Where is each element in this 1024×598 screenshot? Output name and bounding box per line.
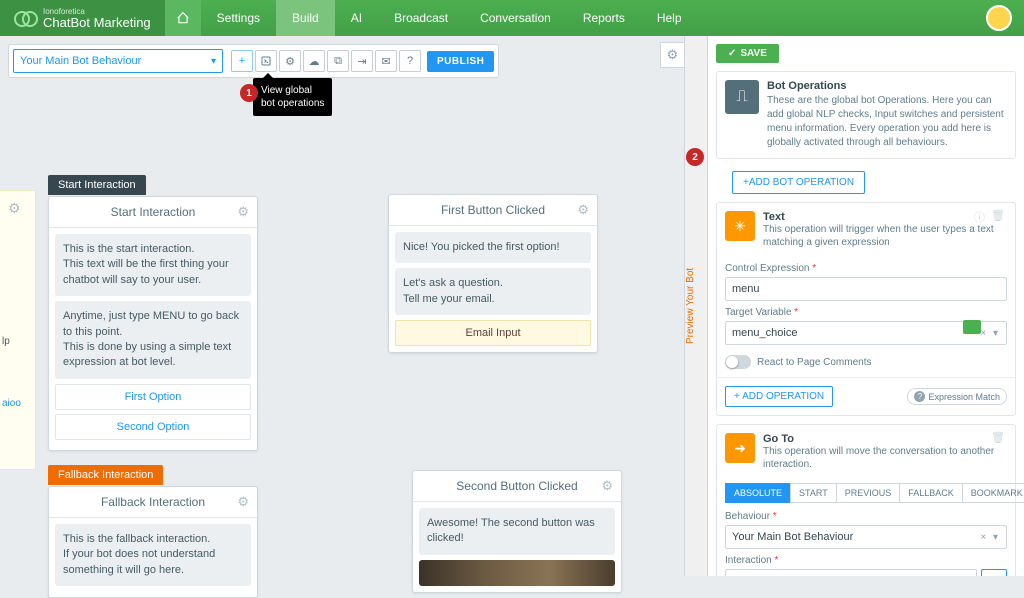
tab-fallback[interactable]: FALLBACK xyxy=(899,483,963,503)
card-tab-fallback: Fallback Interaction xyxy=(48,465,163,485)
email-input-block[interactable]: Email Input xyxy=(395,320,591,346)
card-header: First Button Clicked ⚙ xyxy=(389,195,597,226)
delete-icon[interactable]: 🗑 xyxy=(991,431,1005,444)
canvas[interactable]: Start Interaction Start Interaction ⚙ Th… xyxy=(0,36,684,576)
operation-goto: 🗑 ➜ Go To This operation will move the c… xyxy=(716,424,1016,576)
nav-broadcast[interactable]: Broadcast xyxy=(378,0,464,36)
add-bot-operation-button[interactable]: +ADD BOT OPERATION xyxy=(732,171,865,194)
gear-icon[interactable]: ⚙ xyxy=(237,494,249,510)
card-start-interaction[interactable]: Start Interaction Start Interaction ⚙ Th… xyxy=(48,196,258,451)
card-header: Second Button Clicked ⚙ xyxy=(413,471,621,502)
op-title: Text xyxy=(763,211,1007,223)
expression-match-chip[interactable]: Expression Match xyxy=(907,388,1007,405)
gear-icon[interactable]: ⚙ xyxy=(577,202,589,218)
expr-match-label: Expression Match xyxy=(928,392,1000,402)
preview-tab[interactable]: Preview Your Bot xyxy=(684,36,708,576)
delete-icon[interactable]: 🗑 xyxy=(991,209,1005,225)
image-block[interactable] xyxy=(419,560,615,586)
behaviour-select[interactable]: Your Main Bot Behaviour× ▾ xyxy=(725,525,1007,549)
interaction-label: Interaction xyxy=(725,555,1007,566)
message-block[interactable]: Nice! You picked the first option! xyxy=(395,232,591,263)
behaviour-label: Behaviour xyxy=(725,511,1007,522)
option-first[interactable]: First Option xyxy=(55,384,251,410)
info-title: Bot Operations xyxy=(767,80,1007,92)
avatar[interactable] xyxy=(986,5,1012,31)
card-title: Fallback Interaction xyxy=(101,495,205,509)
goto-tabs: ABSOLUTE START PREVIOUS FALLBACK BOOKMAR… xyxy=(725,483,1007,503)
card-fallback[interactable]: Fallback Interaction Fallback Interactio… xyxy=(48,486,258,598)
control-expression-label: Control Expression xyxy=(725,263,1007,274)
right-panel: ⚙ Preview Your Bot ✓ SAVE ⎍ Bot Operatio… xyxy=(684,36,1024,576)
home-button[interactable] xyxy=(165,0,201,36)
nav-items: Settings Build AI Broadcast Conversation… xyxy=(201,0,698,36)
info-text: These are the global bot Operations. Her… xyxy=(767,94,1007,150)
gear-icon[interactable]: ⚙ xyxy=(237,204,249,220)
message-block[interactable]: Awesome! The second button was clicked! xyxy=(419,508,615,555)
card-title: Second Button Clicked xyxy=(456,479,577,493)
op-desc: This operation will move the conversatio… xyxy=(763,445,1007,471)
info-icon[interactable]: ⓘ xyxy=(974,209,985,225)
option-second[interactable]: Second Option xyxy=(55,414,251,440)
tab-bookmark[interactable]: BOOKMARK xyxy=(962,483,1024,503)
target-variable-label: Target Variable xyxy=(725,307,1007,318)
toggle-label: React to Page Comments xyxy=(757,357,872,368)
react-comments-toggle[interactable] xyxy=(725,355,751,369)
goto-op-icon: ➜ xyxy=(725,433,755,463)
message-block[interactable]: Let's ask a question. Tell me your email… xyxy=(395,268,591,315)
brand-subtitle: Ionoforetica xyxy=(43,8,151,16)
card-title: Start Interaction xyxy=(111,205,196,219)
target-value: menu_choice xyxy=(732,327,797,339)
brand[interactable]: Ionoforetica ChatBot Marketing xyxy=(0,0,165,36)
save-button[interactable]: ✓ SAVE xyxy=(716,44,779,63)
bot-operations-info: ⎍ Bot Operations These are the global bo… xyxy=(716,71,1016,159)
card-first-button[interactable]: First Button Clicked ⚙ Nice! You picked … xyxy=(388,194,598,353)
card-header: Fallback Interaction ⚙ xyxy=(49,487,257,518)
gear-icon[interactable]: ⚙ xyxy=(601,478,613,494)
nav-help[interactable]: Help xyxy=(641,0,698,36)
nav-reports[interactable]: Reports xyxy=(567,0,641,36)
top-nav: Ionoforetica ChatBot Marketing Settings … xyxy=(0,0,1024,36)
op-desc: This operation will trigger when the use… xyxy=(763,223,1007,249)
add-operation-button[interactable]: + ADD OPERATION xyxy=(725,386,833,407)
add-interaction-button[interactable]: + xyxy=(981,569,1007,576)
nav-ai[interactable]: AI xyxy=(335,0,378,36)
keyboard-icon xyxy=(963,320,981,334)
text-op-icon: ✳ xyxy=(725,211,755,241)
message-block[interactable]: This is the start interaction. This text… xyxy=(55,234,251,296)
card-second-button[interactable]: Second Button Clicked ⚙ Awesome! The sec… xyxy=(412,470,622,593)
message-block[interactable]: Anytime, just type MENU to go back to th… xyxy=(55,301,251,379)
tab-absolute[interactable]: ABSOLUTE xyxy=(725,483,791,503)
card-header: Start Interaction ⚙ xyxy=(49,197,257,228)
bot-operations-icon: ⎍ xyxy=(725,80,759,114)
save-label: SAVE xyxy=(740,48,767,59)
brand-logo-icon xyxy=(14,11,36,25)
connectors xyxy=(0,36,300,186)
card-title: First Button Clicked xyxy=(441,203,545,217)
interaction-select[interactable]: Start Interaction× ▾ xyxy=(725,569,977,576)
nav-conversation[interactable]: Conversation xyxy=(464,0,567,36)
tab-start[interactable]: START xyxy=(790,483,837,503)
op-title: Go To xyxy=(763,433,1007,445)
tab-previous[interactable]: PREVIOUS xyxy=(836,483,901,503)
card-tab-start: Start Interaction xyxy=(48,175,146,195)
nav-settings[interactable]: Settings xyxy=(201,0,276,36)
control-expression-input[interactable] xyxy=(725,277,1007,301)
brand-title: ChatBot Marketing xyxy=(43,16,151,29)
operation-text: ⓘ 🗑 ✳ Text This operation will trigger wh… xyxy=(716,202,1016,416)
behaviour-value: Your Main Bot Behaviour xyxy=(732,531,853,543)
nav-build[interactable]: Build xyxy=(276,0,335,36)
panel-gear-icon[interactable]: ⚙ xyxy=(660,42,684,68)
message-block[interactable]: This is the fallback interaction. If you… xyxy=(55,524,251,586)
